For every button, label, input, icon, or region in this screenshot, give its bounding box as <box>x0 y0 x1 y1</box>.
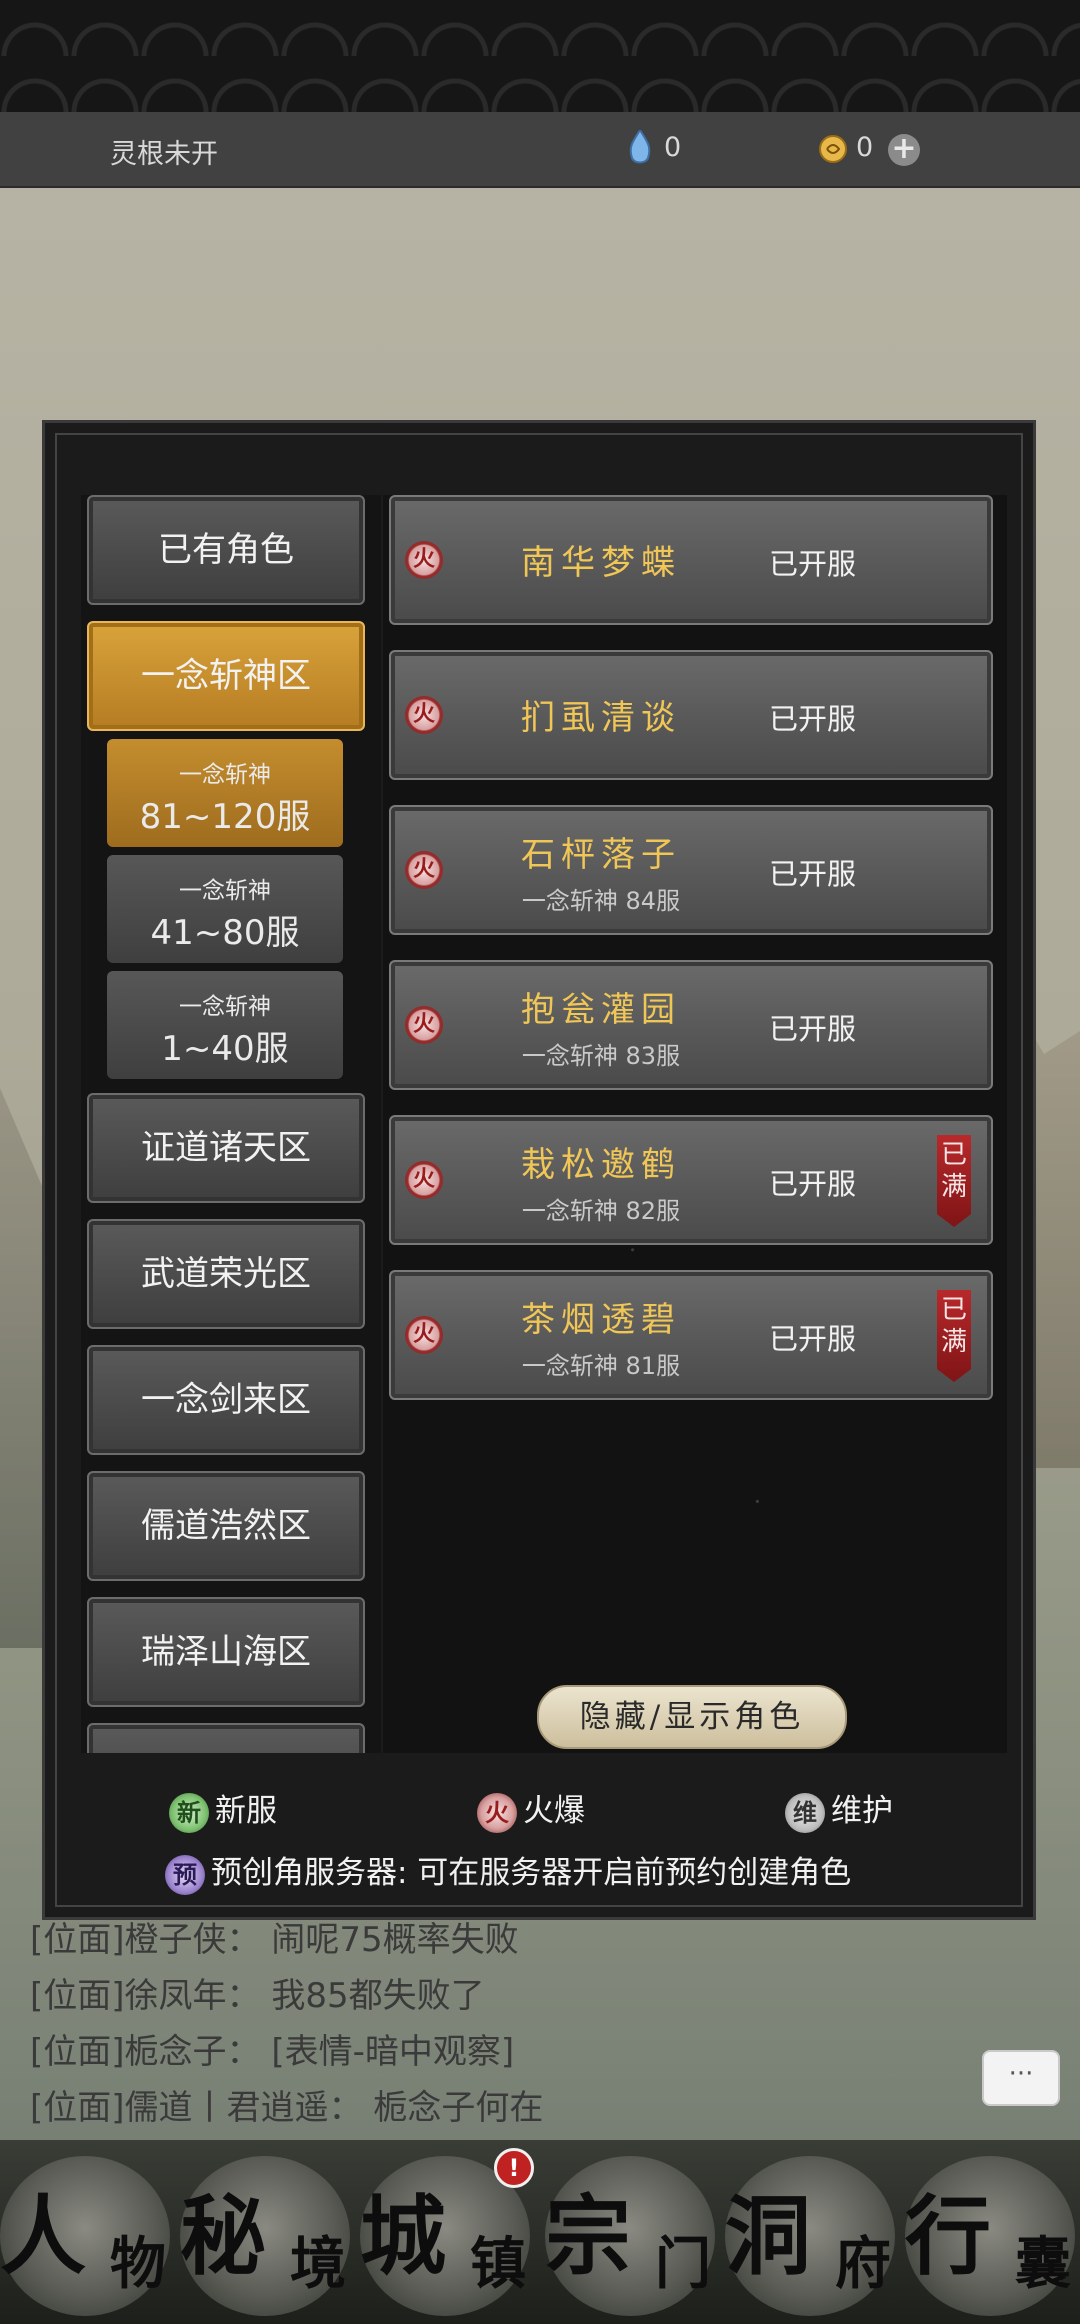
server-row[interactable]: 火 扪虱清谈 已开服 <box>389 650 993 780</box>
server-status: 已开服 <box>769 1012 857 1046</box>
new-badge-icon: 新 <box>169 1792 209 1833</box>
legend-new: 新新服 <box>169 1785 277 1833</box>
zone-list[interactable]: 已有角色 一念斩神区 一念斩神 81~120服 一念斩神 41~80服 一念斩神… <box>81 495 381 1753</box>
subzone-41-80[interactable]: 一念斩神 41~80服 <box>107 855 343 963</box>
chat-line: [位面]橙子侠： 闹呢75概率失败 <box>30 1920 519 1960</box>
subzone-1-40[interactable]: 一念斩神 1~40服 <box>107 971 343 1079</box>
nav-bag-button[interactable]: 行 囊 <box>905 2156 1075 2316</box>
zone-wudao-rongguang[interactable]: 武道荣光区 <box>87 1219 365 1329</box>
legend-new-label: 新服 <box>215 1793 277 1829</box>
nav-char-main: 洞 <box>725 2186 811 2287</box>
toggle-characters-button[interactable]: 隐藏/显示角色 <box>537 1685 847 1749</box>
hot-badge-icon: 火 <box>405 541 443 579</box>
hot-badge-icon: 火 <box>405 696 443 734</box>
status-bar: 灵根未开 0 0 + <box>0 112 1080 188</box>
subzone-range: 81~120服 <box>139 797 311 837</box>
chat-line: [位面]徐凤年： 我85都失败了 <box>30 1976 485 2016</box>
nav-char-sub: 镇 <box>470 2231 526 2297</box>
subzone-range: 1~40服 <box>161 1029 289 1069</box>
legend-maint-label: 维护 <box>831 1793 893 1829</box>
chat-line: [位面]栀念子： [表情-暗中观察] <box>30 2032 515 2072</box>
nav-sect-button[interactable]: 宗 门 <box>545 2156 715 2316</box>
server-subtitle: 一念斩神 84服 <box>521 887 681 915</box>
server-subtitle: 一念斩神 83服 <box>521 1042 681 1070</box>
server-full-tag: 已满 <box>937 1290 971 1382</box>
add-currency-button[interactable]: + <box>888 134 920 166</box>
nav-secret-realm-button[interactable]: 秘 境 <box>180 2156 350 2316</box>
spirit-stone-icon <box>629 130 651 164</box>
server-status: 已开服 <box>769 547 857 581</box>
nav-char-sub: 囊 <box>1015 2231 1071 2297</box>
server-name: 茶烟透碧 <box>521 1300 681 1340</box>
nav-char-sub: 府 <box>835 2231 891 2297</box>
nav-character-button[interactable]: 人 物 <box>0 2156 170 2316</box>
subzone-title: 一念斩神 <box>179 994 271 1020</box>
server-row[interactable]: 火 石枰落子 一念斩神 84服 已开服 <box>389 805 993 935</box>
server-name: 栽松邀鹤 <box>521 1145 681 1185</box>
spirit-stone-count: 0 <box>664 132 682 163</box>
server-subtitle: 一念斩神 82服 <box>521 1197 681 1225</box>
zone-ruize-shanhai[interactable]: 瑞泽山海区 <box>87 1597 365 1707</box>
chat-line: [位面]儒道丨君逍遥： 栀念子何在 <box>30 2088 544 2128</box>
server-full-tag: 已满 <box>937 1135 971 1227</box>
server-row[interactable]: 火 茶烟透碧 一念斩神 81服 已开服 已满 <box>389 1270 993 1400</box>
hot-badge-icon: 火 <box>405 1316 443 1354</box>
zone-next-partial[interactable] <box>87 1723 365 1753</box>
legend-hot-label: 火爆 <box>523 1793 585 1829</box>
zone-yinian-jianlai[interactable]: 一念剑来区 <box>87 1345 365 1455</box>
nav-char-sub: 境 <box>290 2231 346 2297</box>
subzone-range: 41~80服 <box>150 913 300 953</box>
town-notification-badge: ! <box>494 2148 534 2188</box>
server-row[interactable]: 火 抱瓮灌园 一念斩神 83服 已开服 <box>389 960 993 1090</box>
zone-rudao-haoran[interactable]: 儒道浩然区 <box>87 1471 365 1581</box>
chat-bubble-button[interactable]: ··· <box>982 2050 1060 2106</box>
maintenance-badge-icon: 维 <box>785 1792 825 1833</box>
legend-hot: 火火爆 <box>477 1785 585 1833</box>
zone-existing-characters[interactable]: 已有角色 <box>87 495 365 605</box>
server-status: 已开服 <box>769 1322 857 1356</box>
hot-badge-icon: 火 <box>405 851 443 889</box>
server-subtitle: 一念斩神 81服 <box>521 1352 681 1380</box>
server-row[interactable]: 火 南华梦蝶 已开服 <box>389 495 993 625</box>
server-name: 石枰落子 <box>521 835 681 875</box>
precreate-badge-icon: 预 <box>165 1854 205 1895</box>
server-name: 抱瓮灌园 <box>521 990 681 1030</box>
nav-char-main: 秘 <box>180 2186 266 2287</box>
zone-yinian-zhanshen[interactable]: 一念斩神区 <box>87 621 365 731</box>
hot-badge-icon: 火 <box>405 1161 443 1199</box>
server-row[interactable]: 火 栽松邀鹤 一念斩神 82服 已开服 已满 <box>389 1115 993 1245</box>
nav-char-main: 人 <box>0 2186 86 2287</box>
nav-char-sub: 物 <box>110 2231 166 2297</box>
server-name: 南华梦蝶 <box>521 543 681 583</box>
top-pattern-band <box>0 0 1080 112</box>
subzone-title: 一念斩神 <box>179 878 271 904</box>
server-select-dialog: 已有角色 一念斩神区 一念斩神 81~120服 一念斩神 41~80服 一念斩神… <box>42 420 1036 1920</box>
nav-char-main: 宗 <box>545 2186 631 2287</box>
subzone-81-120[interactable]: 一念斩神 81~120服 <box>107 739 343 847</box>
server-list[interactable]: 火 南华梦蝶 已开服 火 扪虱清谈 已开服 火 石枰落子 一念斩神 84服 已开… <box>383 495 1007 1753</box>
nav-char-sub: 门 <box>655 2231 711 2297</box>
bottom-navigation: 人 物 秘 境 城 镇 宗 门 洞 府 行 囊 <box>0 2140 1080 2324</box>
subzone-title: 一念斩神 <box>179 762 271 788</box>
root-status-label: 灵根未开 <box>110 139 218 170</box>
legend-precreate-label: 预创角服务器: 可在服务器开启前预约创建角色 <box>211 1855 852 1891</box>
legend-precreate: 预预创角服务器: 可在服务器开启前预约创建角色 <box>165 1847 851 1895</box>
gold-coin-icon <box>819 135 847 163</box>
hot-badge-icon: 火 <box>477 1792 517 1833</box>
server-status: 已开服 <box>769 857 857 891</box>
nav-char-main: 行 <box>905 2186 991 2287</box>
nav-char-main: 城 <box>360 2186 446 2287</box>
hot-badge-icon: 火 <box>405 1006 443 1044</box>
nav-cave-button[interactable]: 洞 府 <box>725 2156 895 2316</box>
zone-zhengdao-zhutian[interactable]: 证道诸天区 <box>87 1093 365 1203</box>
server-status: 已开服 <box>769 702 857 736</box>
legend-maint: 维维护 <box>785 1785 893 1833</box>
gold-coin-count: 0 <box>856 132 874 163</box>
server-name: 扪虱清谈 <box>521 698 681 738</box>
server-status: 已开服 <box>769 1167 857 1201</box>
